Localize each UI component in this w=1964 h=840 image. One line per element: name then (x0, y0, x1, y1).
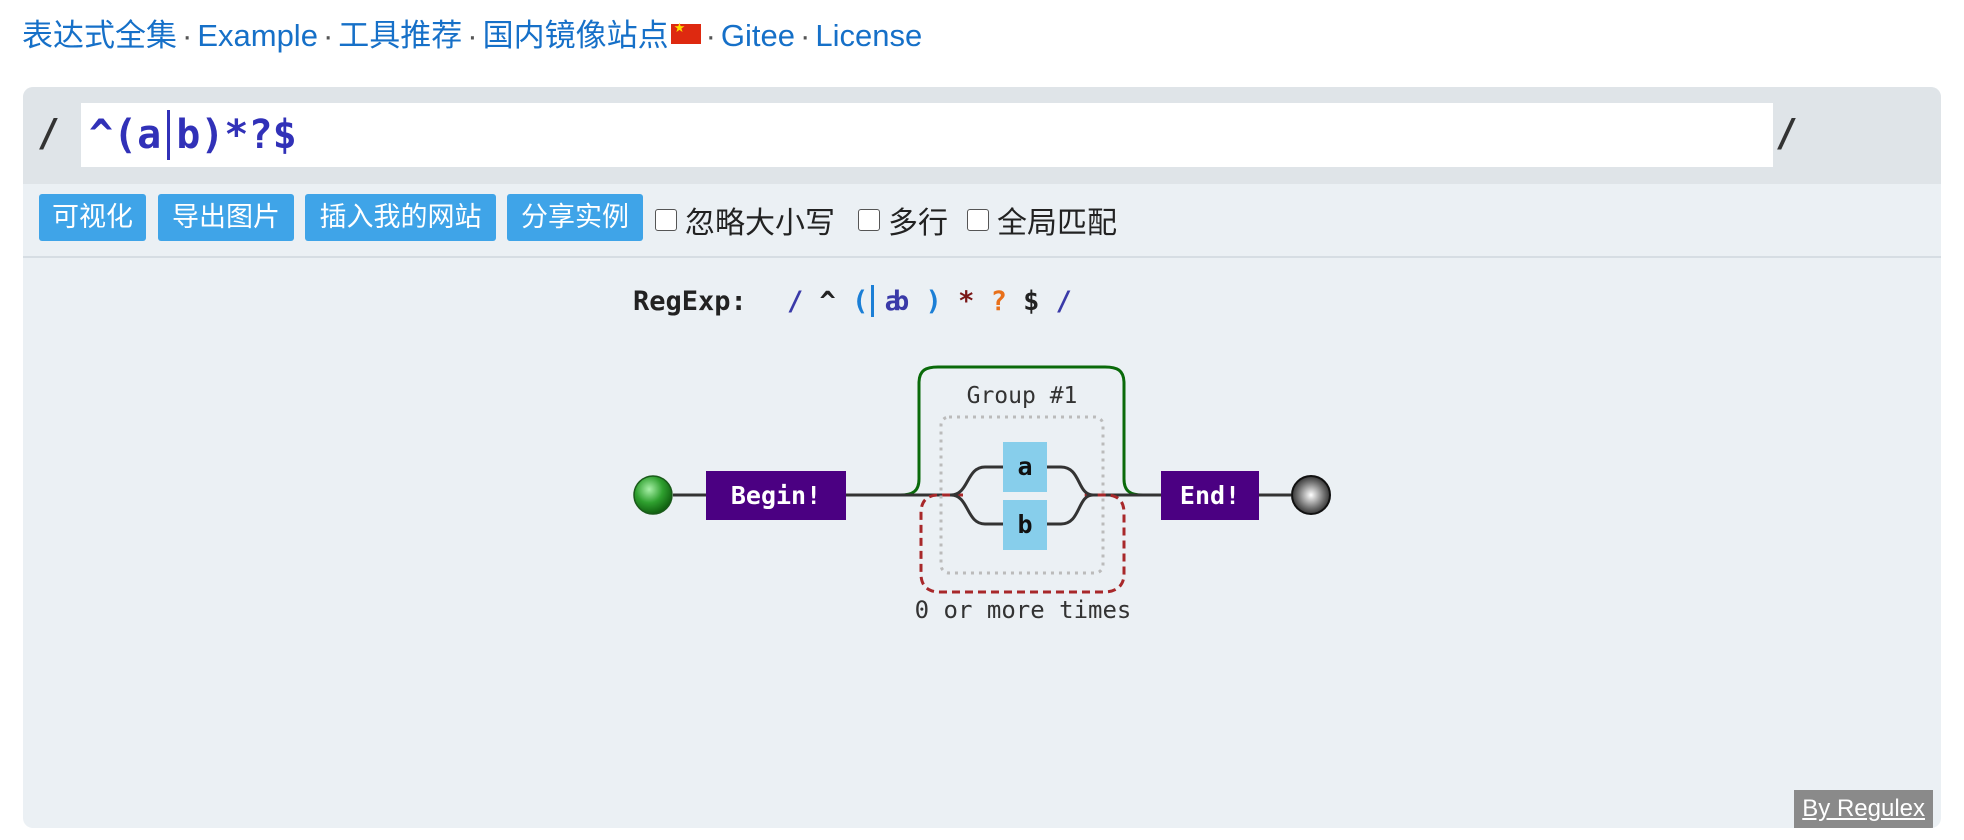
literal-a-text: a (1017, 452, 1032, 481)
top-nav: 表达式全集·Example·工具推荐·国内镜像站点·Gitee·License (22, 10, 922, 55)
token-slash-open: / (787, 286, 803, 317)
nav-link-expressions[interactable]: 表达式全集 (22, 18, 177, 53)
railroad-diagram: RegExp: / ^ ( a b ) * ? $ / Group #1 a b… (633, 285, 1331, 624)
diagram-header: RegExp: / ^ ( a b ) * ? $ / (633, 286, 1072, 317)
token-slash-close: / (1056, 286, 1072, 317)
nav-link-mirror[interactable]: 国内镜像站点 (483, 18, 701, 53)
start-point-icon (633, 475, 673, 515)
regex-panel: / ^(a b)*?$ / 可视化 导出图片 插入我的网站 分享实例 忽略大小写 … (23, 87, 1941, 828)
token-paren-close: ) (926, 286, 942, 317)
token-dollar: $ (1023, 286, 1039, 317)
by-regulex-link[interactable]: By Regulex (1794, 790, 1933, 828)
nav-link-gitee[interactable]: Gitee (721, 18, 795, 53)
token-b: b (893, 286, 909, 317)
nav-separator: · (800, 18, 811, 53)
nav-separator: · (322, 18, 334, 53)
group-label: Group #1 (967, 383, 1078, 409)
token-paren-open: ( (852, 286, 868, 317)
repeat-label: 0 or more times (915, 596, 1132, 624)
china-flag-icon (670, 21, 701, 44)
end-point-icon (1291, 475, 1331, 515)
token-star: * (958, 286, 974, 317)
nav-link-license[interactable]: License (815, 18, 922, 53)
token-caret: ^ (820, 286, 836, 317)
literal-b-text: b (1017, 510, 1032, 539)
regexp-label: RegExp: (633, 286, 747, 317)
token-question: ? (991, 286, 1007, 317)
end-label: End! (1180, 481, 1240, 510)
token-pipe (871, 285, 874, 317)
nav-separator: · (467, 18, 478, 53)
begin-label: Begin! (731, 481, 821, 510)
nav-link-mirror-label: 国内镜像站点 (482, 18, 669, 53)
nav-separator: · (182, 18, 193, 53)
nav-link-tools[interactable]: 工具推荐 (338, 18, 462, 53)
nav-link-example[interactable]: Example (197, 18, 318, 53)
nav-separator: · (705, 18, 716, 53)
